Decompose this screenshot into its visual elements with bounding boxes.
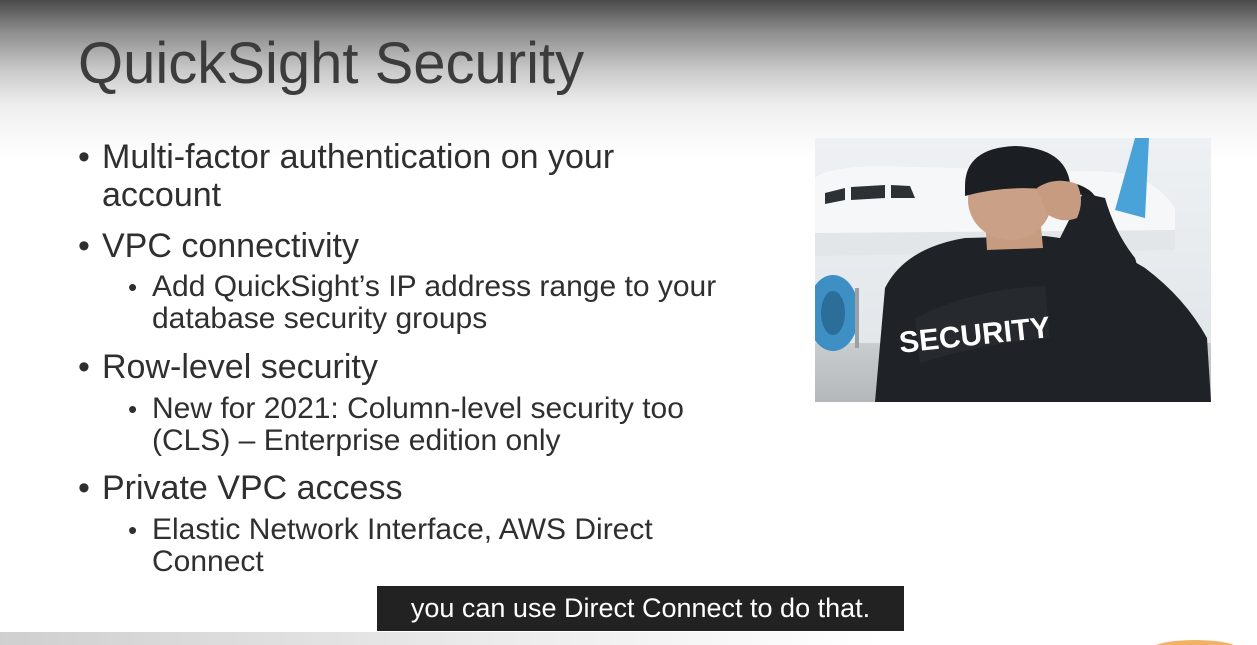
bullet-text: VPC connectivity	[102, 227, 359, 265]
video-caption: you can use Direct Connect to do that.	[377, 586, 904, 631]
bullet-dot-icon: •	[128, 272, 138, 302]
bullet-text: Row-level security	[102, 348, 378, 386]
caption-text: you can use Direct Connect to do that.	[410, 593, 871, 623]
bullet-list: • Multi-factor authentication on your ac…	[0, 0, 760, 645]
bullet-dot-icon: •	[78, 348, 90, 386]
security-guard-illustration: SECURITY	[815, 138, 1211, 402]
sub-bullet-text: New for 2021: Column-level security too …	[152, 392, 684, 457]
sub-bullet-text: Elastic Network Interface, AWS Direct Co…	[152, 513, 653, 578]
sub-bullet-text: Add QuickSight’s IP address range to you…	[152, 270, 717, 335]
bullet-dot-icon: •	[78, 469, 90, 507]
slide-bottom-shade	[0, 632, 1257, 645]
bullet-dot-icon: •	[128, 394, 138, 424]
security-guard-photo: SECURITY	[815, 138, 1211, 402]
bullet-dot-icon: •	[128, 515, 138, 545]
bullet-text: Private VPC access	[102, 469, 403, 507]
bullet-dot-icon: •	[78, 227, 90, 265]
bullet-dot-icon: •	[78, 138, 90, 176]
bullet-text: Multi-factor authentication on your acco…	[102, 138, 615, 214]
presentation-slide: QuickSight Security • Multi-factor authe…	[0, 0, 1257, 645]
